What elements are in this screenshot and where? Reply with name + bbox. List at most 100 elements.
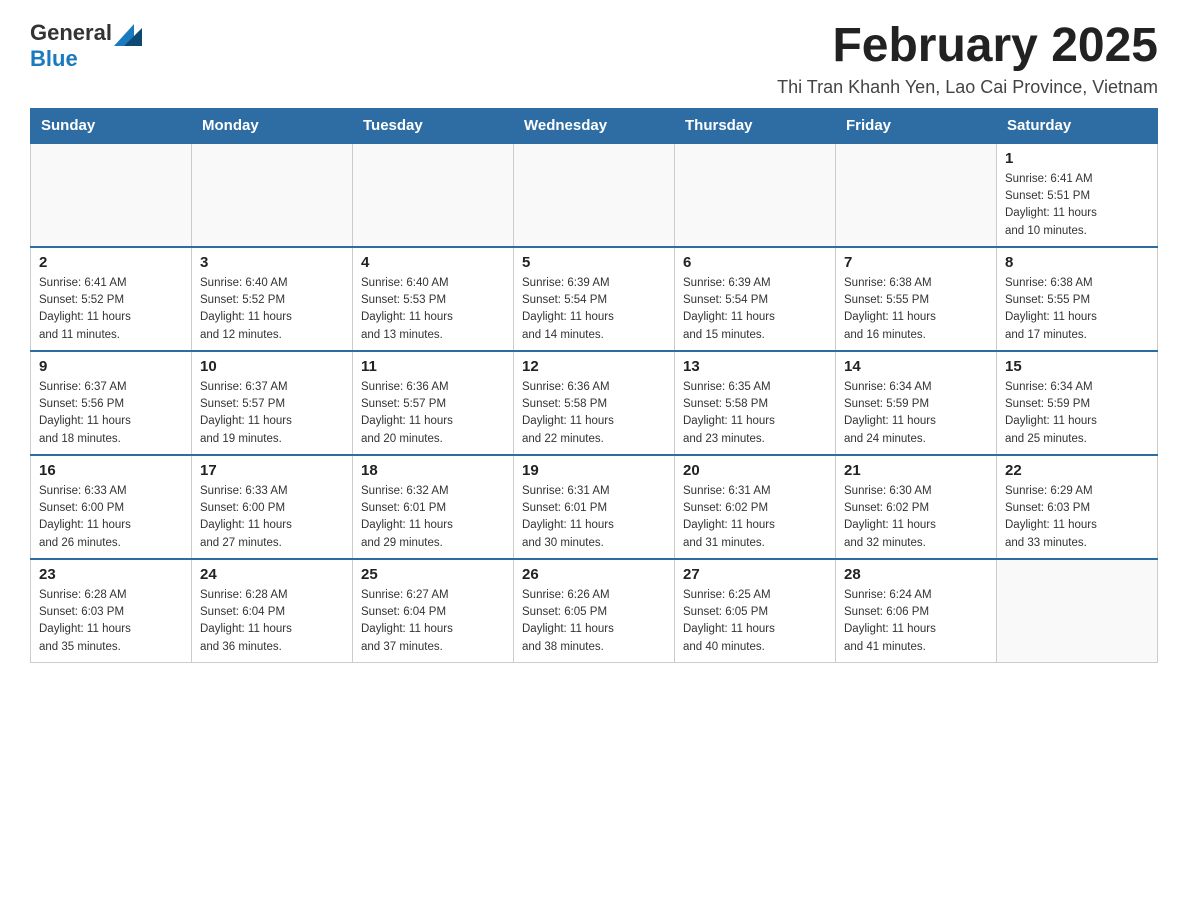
day-info: Sunrise: 6:28 AM Sunset: 6:03 PM Dayligh…: [39, 587, 183, 656]
day-number: 23: [39, 566, 183, 583]
table-row: 9 Sunrise: 6:37 AM Sunset: 5:56 PM Daylig…: [31, 351, 192, 455]
col-tuesday: Tuesday: [353, 108, 514, 143]
table-row: 28 Sunrise: 6:24 AM Sunset: 6:06 PM Dayli…: [836, 559, 997, 663]
location-subtitle: Thi Tran Khanh Yen, Lao Cai Province, Vi…: [777, 77, 1158, 98]
day-number: 16: [39, 462, 183, 479]
day-info: Sunrise: 6:33 AM Sunset: 6:00 PM Dayligh…: [39, 483, 183, 552]
day-number: 5: [522, 254, 666, 271]
day-info: Sunrise: 6:36 AM Sunset: 5:57 PM Dayligh…: [361, 379, 505, 448]
col-thursday: Thursday: [675, 108, 836, 143]
logo-general-text: General: [30, 20, 112, 46]
logo-icon: [114, 18, 146, 46]
table-row: 24 Sunrise: 6:28 AM Sunset: 6:04 PM Dayli…: [192, 559, 353, 663]
day-info: Sunrise: 6:27 AM Sunset: 6:04 PM Dayligh…: [361, 587, 505, 656]
day-info: Sunrise: 6:36 AM Sunset: 5:58 PM Dayligh…: [522, 379, 666, 448]
day-number: 13: [683, 358, 827, 375]
day-info: Sunrise: 6:24 AM Sunset: 6:06 PM Dayligh…: [844, 587, 988, 656]
title-block: February 2025 Thi Tran Khanh Yen, Lao Ca…: [777, 20, 1158, 98]
col-sunday: Sunday: [31, 108, 192, 143]
day-info: Sunrise: 6:28 AM Sunset: 6:04 PM Dayligh…: [200, 587, 344, 656]
day-info: Sunrise: 6:30 AM Sunset: 6:02 PM Dayligh…: [844, 483, 988, 552]
calendar-week-row: 16 Sunrise: 6:33 AM Sunset: 6:00 PM Dayli…: [31, 455, 1158, 559]
table-row: 19 Sunrise: 6:31 AM Sunset: 6:01 PM Dayli…: [514, 455, 675, 559]
logo-blue-text: Blue: [30, 46, 78, 71]
day-number: 25: [361, 566, 505, 583]
table-row: [31, 143, 192, 247]
table-row: 3 Sunrise: 6:40 AM Sunset: 5:52 PM Daylig…: [192, 247, 353, 351]
table-row: [675, 143, 836, 247]
table-row: [997, 559, 1158, 663]
month-title: February 2025: [777, 20, 1158, 73]
day-info: Sunrise: 6:37 AM Sunset: 5:56 PM Dayligh…: [39, 379, 183, 448]
day-info: Sunrise: 6:32 AM Sunset: 6:01 PM Dayligh…: [361, 483, 505, 552]
col-wednesday: Wednesday: [514, 108, 675, 143]
table-row: 4Sunrise: 6:40 AM Sunset: 5:53 PM Daylig…: [353, 247, 514, 351]
col-friday: Friday: [836, 108, 997, 143]
day-info: Sunrise: 6:40 AM Sunset: 5:52 PM Dayligh…: [200, 275, 344, 344]
table-row: 14 Sunrise: 6:34 AM Sunset: 5:59 PM Dayli…: [836, 351, 997, 455]
day-number: 24: [200, 566, 344, 583]
calendar-header-row: Sunday Monday Tuesday Wednesday Thursday…: [31, 108, 1158, 143]
day-number: 20: [683, 462, 827, 479]
table-row: 22Sunrise: 6:29 AM Sunset: 6:03 PM Dayli…: [997, 455, 1158, 559]
table-row: [514, 143, 675, 247]
table-row: 21 Sunrise: 6:30 AM Sunset: 6:02 PM Dayli…: [836, 455, 997, 559]
day-info: Sunrise: 6:33 AM Sunset: 6:00 PM Dayligh…: [200, 483, 344, 552]
table-row: 17 Sunrise: 6:33 AM Sunset: 6:00 PM Dayli…: [192, 455, 353, 559]
day-number: 3: [200, 254, 344, 271]
col-saturday: Saturday: [997, 108, 1158, 143]
table-row: 27 Sunrise: 6:25 AM Sunset: 6:05 PM Dayli…: [675, 559, 836, 663]
table-row: 8 Sunrise: 6:38 AM Sunset: 5:55 PM Daylig…: [997, 247, 1158, 351]
day-number: 10: [200, 358, 344, 375]
calendar-week-row: 1 Sunrise: 6:41 AM Sunset: 5:51 PM Daylig…: [31, 143, 1158, 247]
calendar-table: Sunday Monday Tuesday Wednesday Thursday…: [30, 108, 1158, 663]
day-number: 2: [39, 254, 183, 271]
table-row: 25 Sunrise: 6:27 AM Sunset: 6:04 PM Dayli…: [353, 559, 514, 663]
day-info: Sunrise: 6:41 AM Sunset: 5:52 PM Dayligh…: [39, 275, 183, 344]
table-row: 15 Sunrise: 6:34 AM Sunset: 5:59 PM Dayli…: [997, 351, 1158, 455]
day-info: Sunrise: 6:29 AM Sunset: 6:03 PM Dayligh…: [1005, 483, 1149, 552]
day-number: 9: [39, 358, 183, 375]
calendar-week-row: 23 Sunrise: 6:28 AM Sunset: 6:03 PM Dayli…: [31, 559, 1158, 663]
day-info: Sunrise: 6:34 AM Sunset: 5:59 PM Dayligh…: [844, 379, 988, 448]
table-row: 16 Sunrise: 6:33 AM Sunset: 6:00 PM Dayli…: [31, 455, 192, 559]
table-row: 12 Sunrise: 6:36 AM Sunset: 5:58 PM Dayli…: [514, 351, 675, 455]
table-row: 10 Sunrise: 6:37 AM Sunset: 5:57 PM Dayli…: [192, 351, 353, 455]
day-info: Sunrise: 6:39 AM Sunset: 5:54 PM Dayligh…: [683, 275, 827, 344]
day-number: 21: [844, 462, 988, 479]
day-number: 19: [522, 462, 666, 479]
day-info: Sunrise: 6:31 AM Sunset: 6:01 PM Dayligh…: [522, 483, 666, 552]
table-row: 23 Sunrise: 6:28 AM Sunset: 6:03 PM Dayli…: [31, 559, 192, 663]
day-number: 12: [522, 358, 666, 375]
day-number: 15: [1005, 358, 1149, 375]
day-number: 17: [200, 462, 344, 479]
col-monday: Monday: [192, 108, 353, 143]
day-info: Sunrise: 6:35 AM Sunset: 5:58 PM Dayligh…: [683, 379, 827, 448]
day-info: Sunrise: 6:34 AM Sunset: 5:59 PM Dayligh…: [1005, 379, 1149, 448]
day-number: 8: [1005, 254, 1149, 271]
table-row: [353, 143, 514, 247]
day-info: Sunrise: 6:41 AM Sunset: 5:51 PM Dayligh…: [1005, 171, 1149, 240]
calendar-week-row: 2 Sunrise: 6:41 AM Sunset: 5:52 PM Daylig…: [31, 247, 1158, 351]
day-number: 28: [844, 566, 988, 583]
table-row: 20 Sunrise: 6:31 AM Sunset: 6:02 PM Dayli…: [675, 455, 836, 559]
table-row: [836, 143, 997, 247]
calendar-week-row: 9 Sunrise: 6:37 AM Sunset: 5:56 PM Daylig…: [31, 351, 1158, 455]
day-info: Sunrise: 6:39 AM Sunset: 5:54 PM Dayligh…: [522, 275, 666, 344]
table-row: 6Sunrise: 6:39 AM Sunset: 5:54 PM Daylig…: [675, 247, 836, 351]
day-number: 18: [361, 462, 505, 479]
day-number: 14: [844, 358, 988, 375]
day-info: Sunrise: 6:25 AM Sunset: 6:05 PM Dayligh…: [683, 587, 827, 656]
day-info: Sunrise: 6:40 AM Sunset: 5:53 PM Dayligh…: [361, 275, 505, 344]
day-number: 7: [844, 254, 988, 271]
day-info: Sunrise: 6:37 AM Sunset: 5:57 PM Dayligh…: [200, 379, 344, 448]
day-number: 26: [522, 566, 666, 583]
day-number: 1: [1005, 150, 1149, 167]
day-info: Sunrise: 6:38 AM Sunset: 5:55 PM Dayligh…: [844, 275, 988, 344]
table-row: 26 Sunrise: 6:26 AM Sunset: 6:05 PM Dayli…: [514, 559, 675, 663]
day-info: Sunrise: 6:26 AM Sunset: 6:05 PM Dayligh…: [522, 587, 666, 656]
day-number: 11: [361, 358, 505, 375]
day-info: Sunrise: 6:38 AM Sunset: 5:55 PM Dayligh…: [1005, 275, 1149, 344]
day-number: 27: [683, 566, 827, 583]
day-info: Sunrise: 6:31 AM Sunset: 6:02 PM Dayligh…: [683, 483, 827, 552]
